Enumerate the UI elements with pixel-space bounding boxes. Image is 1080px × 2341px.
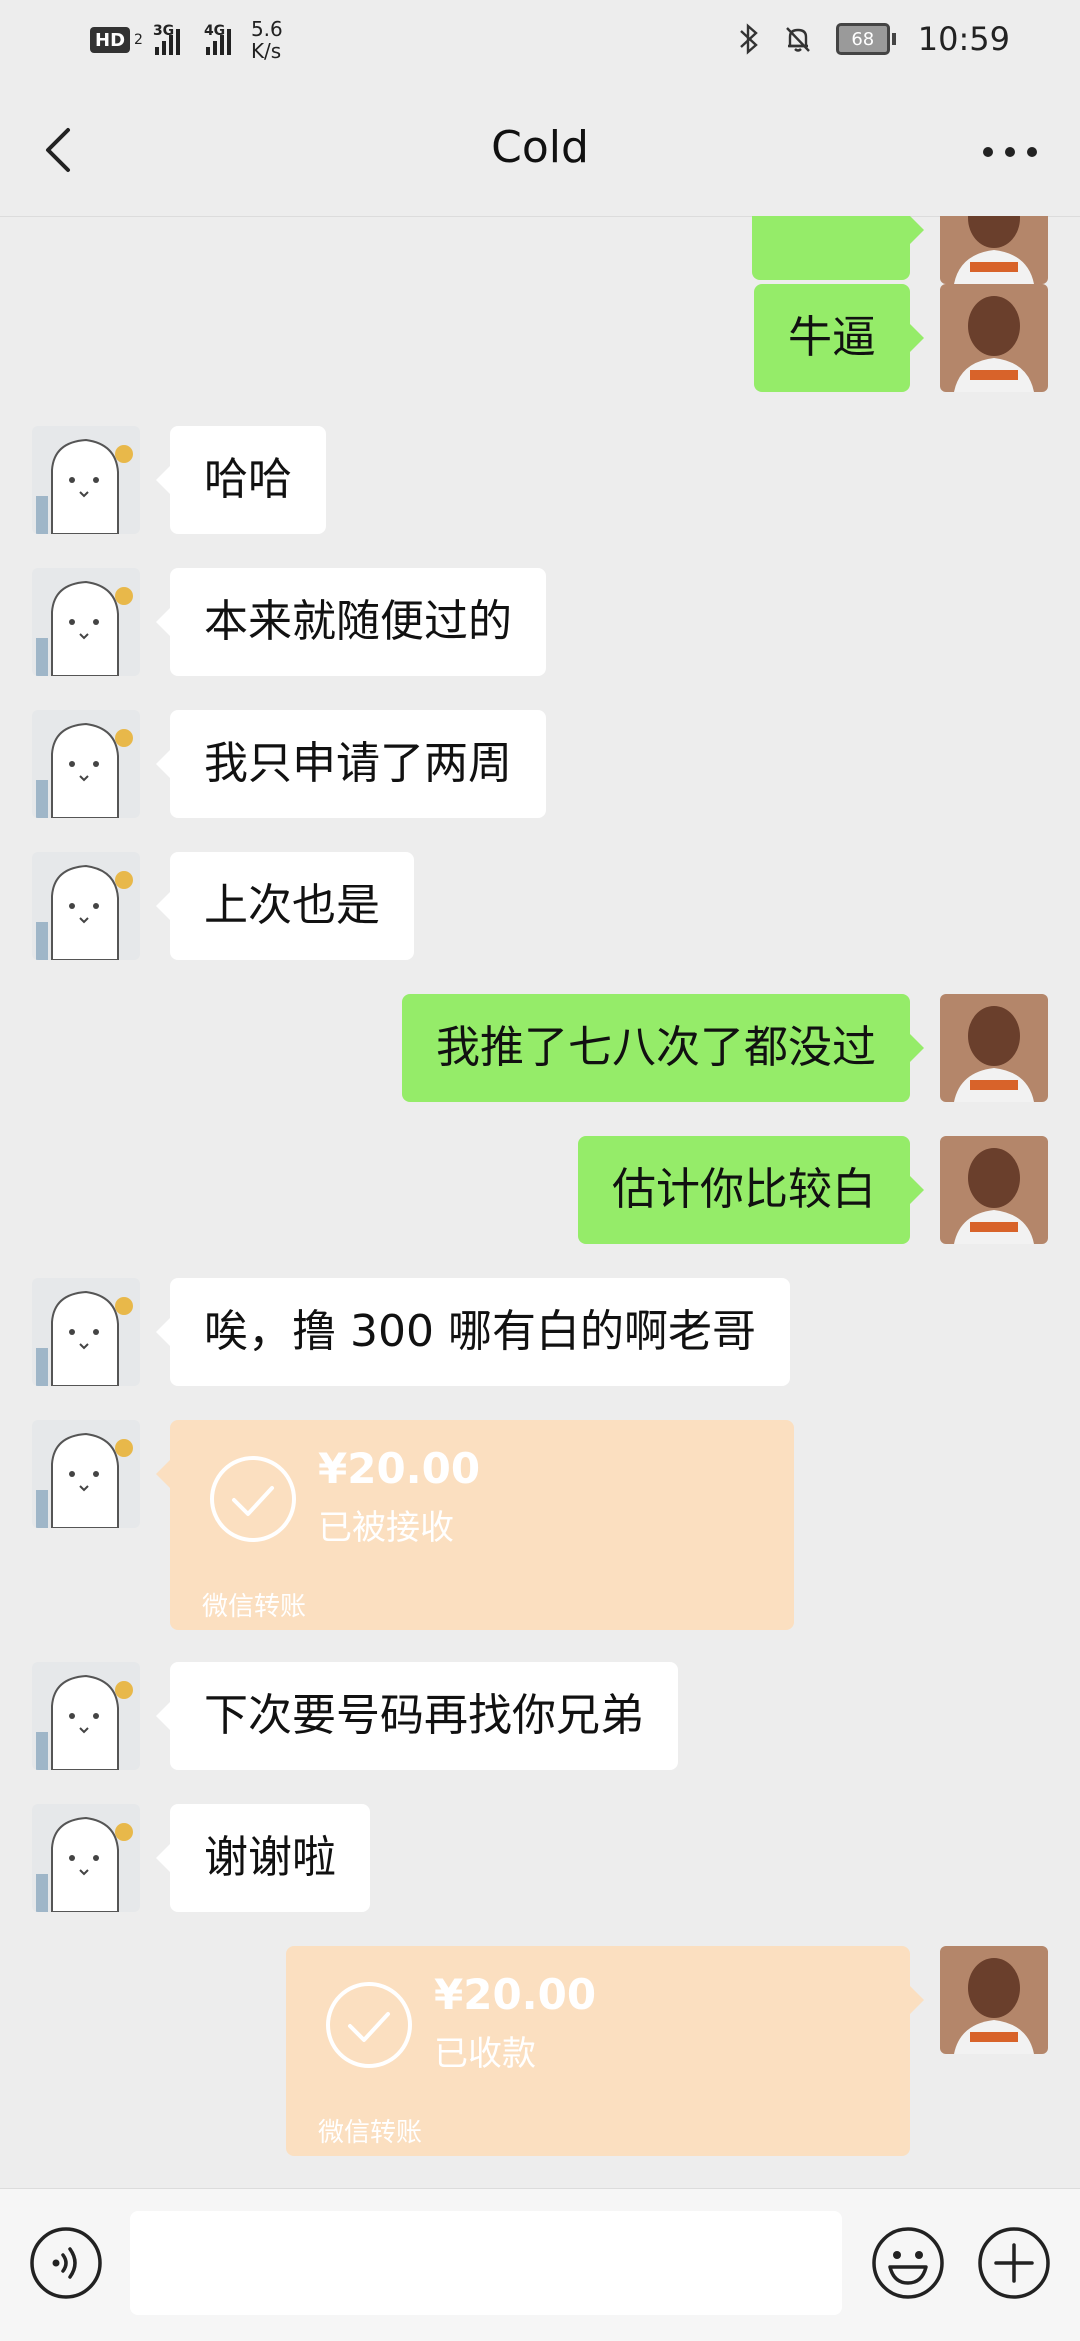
- clock: 10:59: [917, 20, 1010, 58]
- chat-title: Cold: [491, 122, 589, 173]
- transfer-status: 已收款: [434, 2034, 536, 2074]
- message-bubble-sent[interactable]: 我推了七八次了都没过: [402, 994, 924, 1102]
- plus-icon[interactable]: [976, 2225, 1052, 2301]
- network-speed: 5.6 K/s: [251, 18, 283, 62]
- message-bubble-received[interactable]: 上次也是: [156, 852, 414, 960]
- emoji-icon[interactable]: [870, 2225, 946, 2301]
- transfer-amount: ¥20.00: [318, 1444, 481, 1493]
- message-bubble-sent[interactable]: 估计你比较白: [578, 1136, 924, 1244]
- status-bar: HD 2 3G 4G 5.6 K/s 68 10:59: [0, 0, 1080, 84]
- transfer-source: 微信转账: [318, 2118, 423, 2148]
- contact-avatar[interactable]: [32, 1804, 140, 1912]
- network-4g-label: 4G: [203, 23, 226, 39]
- hd-badge: HD: [90, 27, 131, 53]
- contact-avatar[interactable]: [32, 852, 140, 960]
- network-3g-label: 3G: [152, 23, 175, 39]
- signal-4g-icon: 4G: [203, 23, 231, 55]
- message-bubble-received[interactable]: 本来就随便过的: [156, 568, 546, 676]
- message-bubble-partial[interactable]: [752, 216, 924, 280]
- transfer-amount: ¥20.00: [434, 1970, 597, 2019]
- voice-icon[interactable]: [28, 2225, 104, 2301]
- transfer-card[interactable]: ¥20.00 已收款 微信转账: [286, 1946, 924, 2156]
- message-bubble-sent[interactable]: 牛逼: [754, 284, 924, 392]
- contact-avatar[interactable]: [32, 710, 140, 818]
- contact-avatar[interactable]: [32, 1278, 140, 1386]
- speed-unit: K/s: [250, 39, 282, 63]
- bluetooth-icon: [739, 23, 758, 55]
- message-bubble-received[interactable]: 下次要号码再找你兄弟: [156, 1662, 678, 1770]
- my-avatar[interactable]: [940, 216, 1048, 284]
- status-right: 68 10:59: [738, 20, 1010, 58]
- transfer-source: 微信转账: [202, 1592, 307, 1622]
- contact-avatar[interactable]: [32, 426, 140, 534]
- my-avatar[interactable]: [940, 1136, 1048, 1244]
- message-bubble-received[interactable]: 谢谢啦: [156, 1804, 370, 1912]
- speed-value: 5.6: [250, 17, 283, 41]
- message-bubble-received[interactable]: 唉，撸 300 哪有白的啊老哥: [156, 1278, 790, 1386]
- input-bar: [0, 2188, 1080, 2341]
- contact-avatar[interactable]: [32, 1662, 140, 1770]
- status-left: HD 2 3G 4G 5.6 K/s: [90, 18, 283, 62]
- message-bubble-received[interactable]: 我只申请了两周: [156, 710, 546, 818]
- chat-header: Cold: [0, 84, 1080, 217]
- my-avatar[interactable]: [940, 284, 1048, 392]
- battery-level: 68: [835, 23, 890, 55]
- message-input[interactable]: [130, 2211, 842, 2315]
- contact-avatar[interactable]: [32, 1420, 140, 1528]
- message-bubble-received[interactable]: 哈哈: [156, 426, 326, 534]
- more-icon[interactable]: [974, 124, 1046, 180]
- message-list[interactable]: 牛逼 哈哈 本来就随便过的 我只申请了两周 上次也是 我推了七八次了都没过 估计…: [0, 216, 1080, 2188]
- signal-3g-icon: 3G: [152, 23, 180, 55]
- check-circle-icon: [326, 1982, 412, 2068]
- sim-number: 2: [134, 32, 143, 48]
- check-circle-icon: [210, 1456, 296, 1542]
- mute-icon: [785, 27, 810, 52]
- transfer-status: 已被接收: [318, 1508, 454, 1548]
- battery-icon: 68: [835, 23, 896, 55]
- my-avatar[interactable]: [940, 1946, 1048, 2054]
- transfer-card[interactable]: ¥20.00 已被接收 微信转账: [156, 1420, 794, 1630]
- contact-avatar[interactable]: [32, 568, 140, 676]
- my-avatar[interactable]: [940, 994, 1048, 1102]
